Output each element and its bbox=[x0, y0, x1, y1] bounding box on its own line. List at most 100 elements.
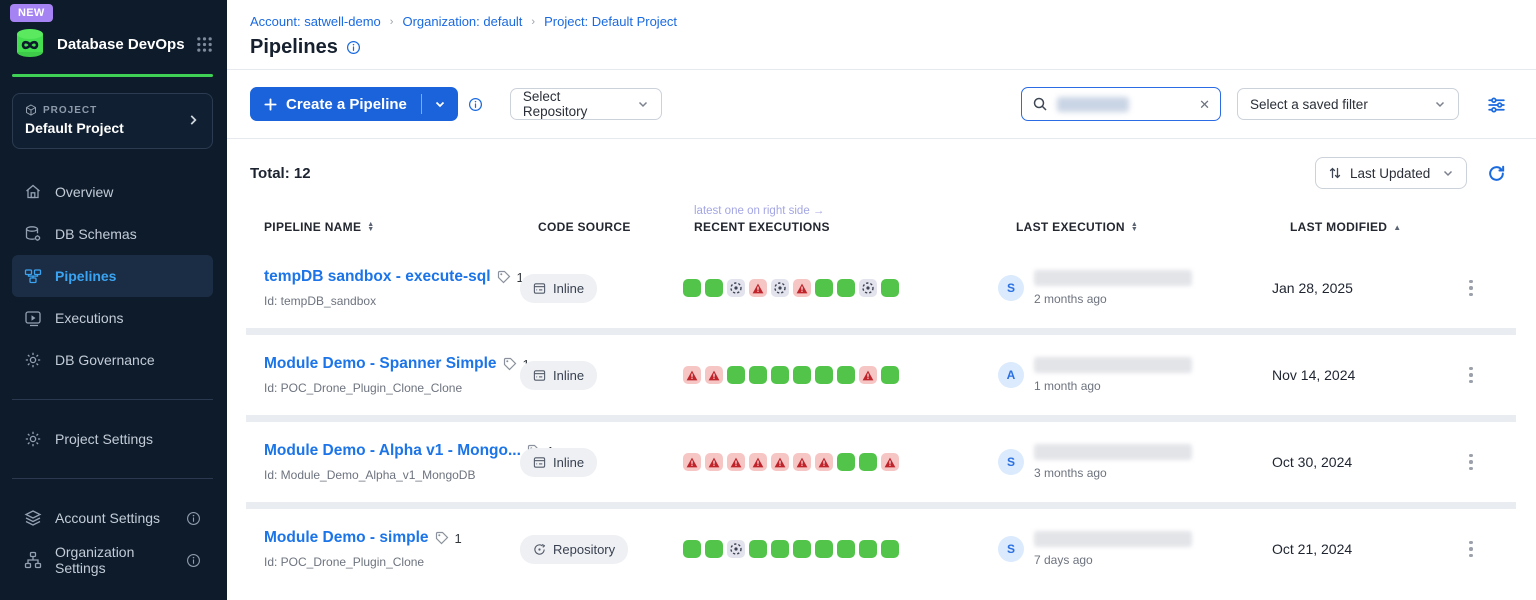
pipeline-name-link[interactable]: Module Demo - Spanner Simple bbox=[264, 355, 497, 373]
execution-status-skipped[interactable] bbox=[727, 279, 745, 297]
pipeline-name-link[interactable]: Module Demo - Alpha v1 - Mongo... bbox=[264, 442, 521, 460]
create-pipeline-main[interactable]: Create a Pipeline bbox=[250, 87, 421, 121]
execution-status-success[interactable] bbox=[837, 366, 855, 384]
execution-status-failed[interactable] bbox=[881, 453, 899, 471]
execution-status-failed[interactable] bbox=[705, 366, 723, 384]
execution-status-success[interactable] bbox=[837, 279, 855, 297]
execution-status-success[interactable] bbox=[705, 279, 723, 297]
code-source-chip[interactable]: Repository bbox=[520, 535, 628, 564]
kebab-menu-icon[interactable] bbox=[1465, 537, 1477, 562]
column-last-modified[interactable]: LAST MODIFIED ▲ bbox=[1290, 220, 1462, 234]
code-source-chip[interactable]: Inline bbox=[520, 361, 597, 390]
avatar[interactable]: S bbox=[998, 536, 1024, 562]
sidebar-divider bbox=[12, 478, 213, 479]
info-icon[interactable] bbox=[468, 97, 483, 112]
sidebar-item-db-governance[interactable]: DB Governance bbox=[12, 339, 213, 381]
execution-status-success[interactable] bbox=[749, 540, 767, 558]
sidebar-item-project-settings[interactable]: Project Settings bbox=[12, 418, 213, 460]
execution-status-success[interactable] bbox=[793, 366, 811, 384]
sidebar-item-organization-settings[interactable]: Organization Settings bbox=[12, 539, 213, 581]
main-area: Account: satwell-demo › Organization: de… bbox=[227, 0, 1536, 600]
execution-status-success[interactable] bbox=[705, 540, 723, 558]
sidebar-item-pipelines[interactable]: Pipelines bbox=[12, 255, 213, 297]
execution-status-success[interactable] bbox=[881, 366, 899, 384]
kebab-menu-icon[interactable] bbox=[1465, 363, 1477, 388]
inline-source-icon bbox=[533, 456, 546, 469]
execution-status-success[interactable] bbox=[859, 540, 877, 558]
sidebar-item-db-schemas[interactable]: DB Schemas bbox=[12, 213, 213, 255]
redacted-username bbox=[1034, 531, 1192, 547]
breadcrumb-organization-link[interactable]: Organization: default bbox=[402, 14, 522, 29]
execution-status-skipped[interactable] bbox=[859, 279, 877, 297]
table-row: Module Demo - Spanner Simple 1 Id: POC_D… bbox=[246, 335, 1516, 415]
avatar[interactable]: S bbox=[998, 449, 1024, 475]
execution-status-success[interactable] bbox=[815, 366, 833, 384]
select-repository-dropdown[interactable]: Select Repository bbox=[510, 88, 662, 120]
execution-status-success[interactable] bbox=[815, 540, 833, 558]
execution-status-success[interactable] bbox=[683, 540, 701, 558]
execution-status-skipped[interactable] bbox=[727, 540, 745, 558]
pipeline-name-link[interactable]: tempDB sandbox - execute-sql bbox=[264, 268, 491, 286]
code-source-chip[interactable]: Inline bbox=[520, 448, 597, 477]
gear-icon bbox=[24, 351, 42, 369]
execution-status-success[interactable] bbox=[837, 453, 855, 471]
execution-status-failed[interactable] bbox=[793, 453, 811, 471]
execution-status-success[interactable] bbox=[727, 366, 745, 384]
execution-status-success[interactable] bbox=[749, 366, 767, 384]
chevron-down-icon bbox=[637, 98, 649, 110]
execution-status-success[interactable] bbox=[881, 540, 899, 558]
execution-status-failed[interactable] bbox=[815, 453, 833, 471]
breadcrumb-project-link[interactable]: Project: Default Project bbox=[544, 14, 677, 29]
column-pipeline-name[interactable]: PIPELINE NAME ▲▼ bbox=[264, 220, 538, 234]
execution-status-success[interactable] bbox=[683, 279, 701, 297]
breadcrumb-account-link[interactable]: Account: satwell-demo bbox=[250, 14, 381, 29]
execution-status-failed[interactable] bbox=[705, 453, 723, 471]
execution-status-failed[interactable] bbox=[749, 453, 767, 471]
kebab-menu-icon[interactable] bbox=[1465, 276, 1477, 301]
new-badge: NEW bbox=[10, 4, 53, 22]
execution-status-failed[interactable] bbox=[859, 366, 877, 384]
pipeline-name-link[interactable]: Module Demo - simple bbox=[264, 529, 429, 547]
execution-status-failed[interactable] bbox=[771, 453, 789, 471]
kebab-menu-icon[interactable] bbox=[1465, 450, 1477, 475]
filter-settings-icon[interactable] bbox=[1487, 95, 1506, 114]
code-source-chip[interactable]: Inline bbox=[520, 274, 597, 303]
sidebar-item-account-settings[interactable]: Account Settings bbox=[12, 497, 213, 539]
execution-status-skipped[interactable] bbox=[771, 279, 789, 297]
execution-status-failed[interactable] bbox=[683, 366, 701, 384]
app-grid-icon[interactable] bbox=[196, 36, 213, 53]
search-input[interactable]: ✕ bbox=[1021, 87, 1221, 121]
info-icon[interactable] bbox=[346, 40, 361, 55]
execution-status-success[interactable] bbox=[837, 540, 855, 558]
execution-status-success[interactable] bbox=[815, 279, 833, 297]
chevron-down-icon bbox=[1434, 98, 1446, 110]
layers-icon bbox=[24, 509, 42, 527]
info-icon[interactable] bbox=[186, 511, 201, 526]
create-pipeline-button[interactable]: Create a Pipeline bbox=[250, 87, 458, 121]
column-last-execution[interactable]: LAST EXECUTION ▲▼ bbox=[1016, 220, 1290, 234]
execution-status-failed[interactable] bbox=[793, 279, 811, 297]
sidebar-item-label: Pipelines bbox=[55, 268, 116, 284]
sort-dropdown[interactable]: Last Updated bbox=[1315, 157, 1467, 189]
sidebar-item-executions[interactable]: Executions bbox=[12, 297, 213, 339]
execution-status-failed[interactable] bbox=[683, 453, 701, 471]
info-icon[interactable] bbox=[186, 553, 201, 568]
execution-status-success[interactable] bbox=[881, 279, 899, 297]
execution-status-success[interactable] bbox=[771, 540, 789, 558]
create-pipeline-dropdown-toggle[interactable] bbox=[422, 87, 458, 121]
execution-status-failed[interactable] bbox=[749, 279, 767, 297]
execution-status-success[interactable] bbox=[771, 366, 789, 384]
pipeline-id: Id: POC_Drone_Plugin_Clone bbox=[264, 555, 520, 569]
execution-status-success[interactable] bbox=[793, 540, 811, 558]
execution-status-failed[interactable] bbox=[727, 453, 745, 471]
toolbar: Create a Pipeline Select Repository bbox=[227, 70, 1536, 139]
database-devops-logo-icon bbox=[12, 26, 48, 62]
refresh-icon[interactable] bbox=[1487, 164, 1506, 183]
sidebar-item-overview[interactable]: Overview bbox=[12, 171, 213, 213]
project-selector[interactable]: PROJECT Default Project bbox=[12, 93, 213, 149]
avatar[interactable]: S bbox=[998, 275, 1024, 301]
saved-filter-dropdown[interactable]: Select a saved filter bbox=[1237, 88, 1459, 120]
clear-search-icon[interactable]: ✕ bbox=[1199, 98, 1210, 111]
avatar[interactable]: A bbox=[998, 362, 1024, 388]
execution-status-success[interactable] bbox=[859, 453, 877, 471]
